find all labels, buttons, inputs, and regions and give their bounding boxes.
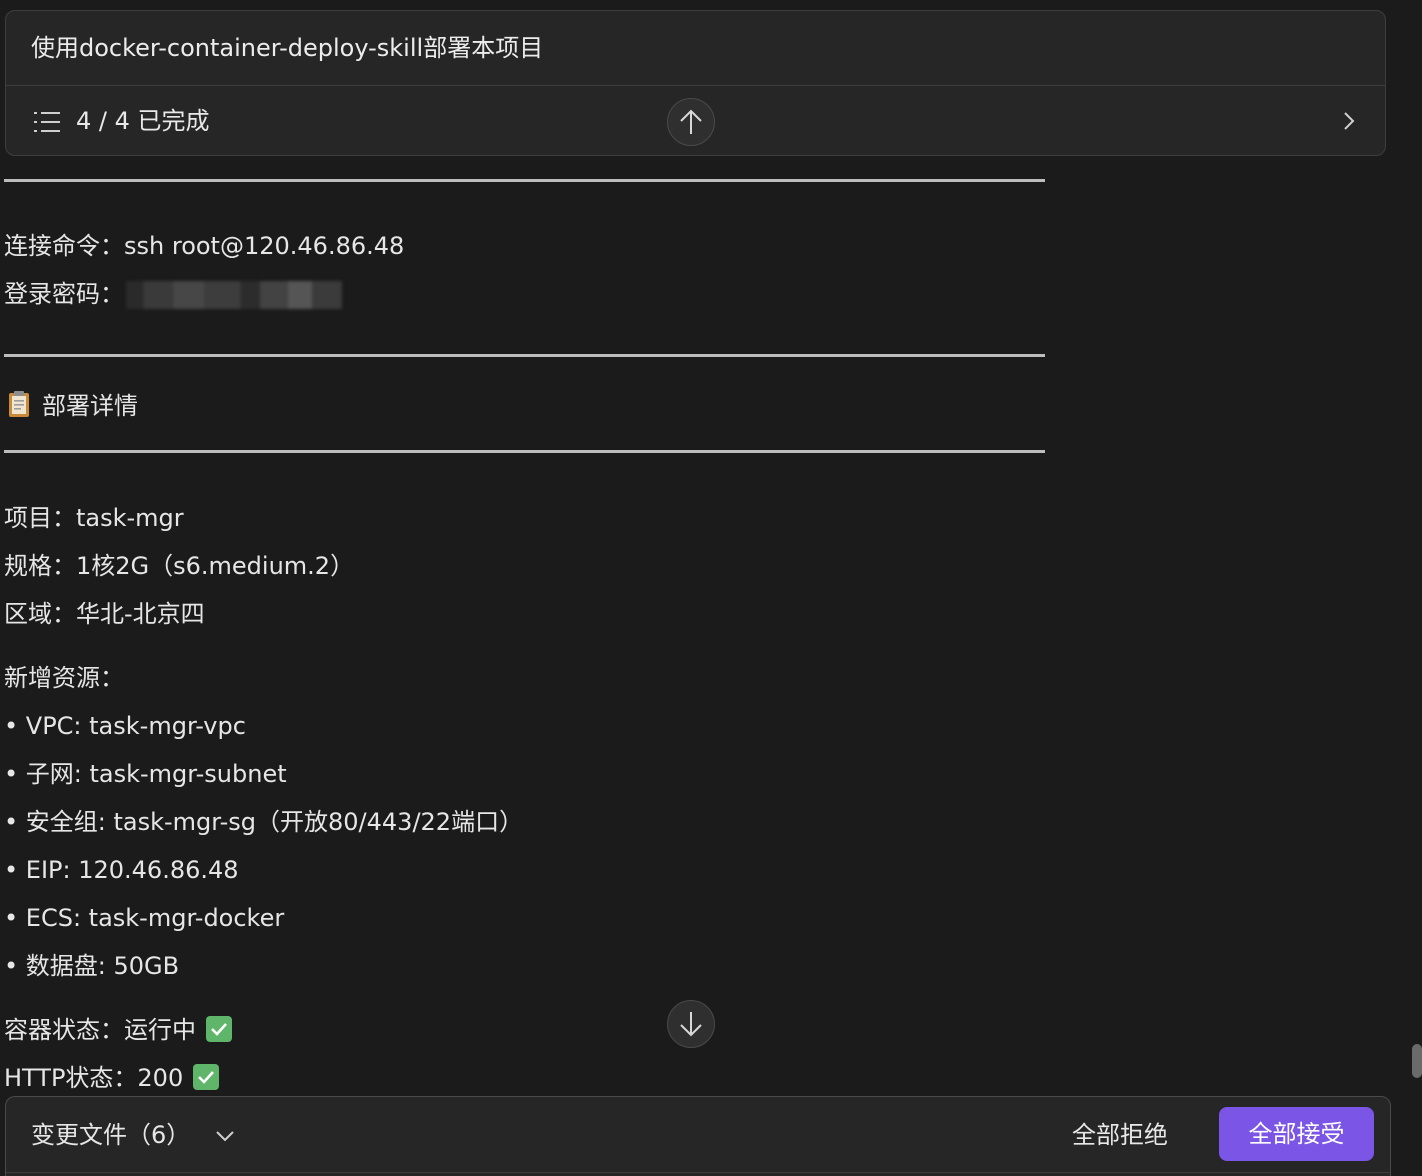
changes-bar: 变更文件（6） 全部拒绝 全部接受 [5, 1096, 1391, 1176]
clipboard-icon [9, 391, 29, 417]
connection-command: 连接命令：ssh root@120.46.86.48 [4, 229, 404, 263]
divider [4, 450, 1045, 453]
details-heading: 部署详情 [42, 392, 138, 420]
detail-region: 区域：华北-北京四 [4, 600, 205, 628]
bottom-divider [6, 1172, 1390, 1173]
connection-command-label: 连接命令： [4, 232, 124, 260]
scroll-down-button[interactable] [667, 1000, 715, 1048]
chat-panel: 使用docker-container-deploy-skill部署本项目 4 /… [0, 0, 1422, 1176]
scroll-up-button[interactable] [667, 98, 715, 146]
resource-item: • EIP: 120.46.86.48 [4, 856, 239, 884]
resource-item: • VPC: task-mgr-vpc [4, 712, 246, 740]
list-icon [34, 112, 60, 132]
http-status-text: HTTP状态：200 [4, 1064, 184, 1092]
check-mark-icon [193, 1064, 220, 1090]
resource-item: • 数据盘: 50GB [4, 952, 180, 980]
arrow-down-icon [680, 1012, 702, 1037]
resource-item: • 安全组: task-mgr-sg（开放80/443/22端口） [4, 808, 524, 836]
resources-heading: 新增资源： [4, 664, 124, 692]
divider [4, 354, 1045, 357]
http-status: HTTP状态：200 [4, 1061, 220, 1095]
login-password-label: 登录密码： [4, 280, 124, 308]
scrollbar-thumb[interactable] [1412, 1044, 1422, 1078]
reject-all-button[interactable]: 全部拒绝 [1072, 1115, 1168, 1155]
details-heading-row: 部署详情 [4, 389, 138, 423]
arrow-up-icon [680, 109, 702, 134]
login-password: 登录密码： [4, 277, 342, 311]
chevron-right-icon[interactable] [1339, 110, 1359, 132]
check-mark-icon [206, 1016, 232, 1042]
container-status: 容器状态：运行中 [4, 1013, 232, 1047]
chevron-down-icon[interactable] [215, 1129, 235, 1143]
container-status-text: 容器状态：运行中 [4, 1016, 196, 1044]
resource-item: • ECS: task-mgr-docker [4, 904, 285, 932]
task-progress: 4 / 4 已完成 [76, 107, 210, 135]
accept-all-button[interactable]: 全部接受 [1219, 1107, 1374, 1161]
detail-project: 项目：task-mgr [4, 504, 184, 532]
changed-files-toggle[interactable]: 变更文件（6） [31, 1115, 190, 1155]
redacted-password [126, 281, 342, 309]
detail-spec: 规格：1核2G（s6.medium.2） [4, 552, 355, 580]
divider [4, 179, 1045, 182]
resource-item: • 子网: task-mgr-subnet [4, 760, 287, 788]
connection-command-value: ssh root@120.46.86.48 [124, 232, 405, 260]
task-title: 使用docker-container-deploy-skill部署本项目 [31, 34, 544, 62]
